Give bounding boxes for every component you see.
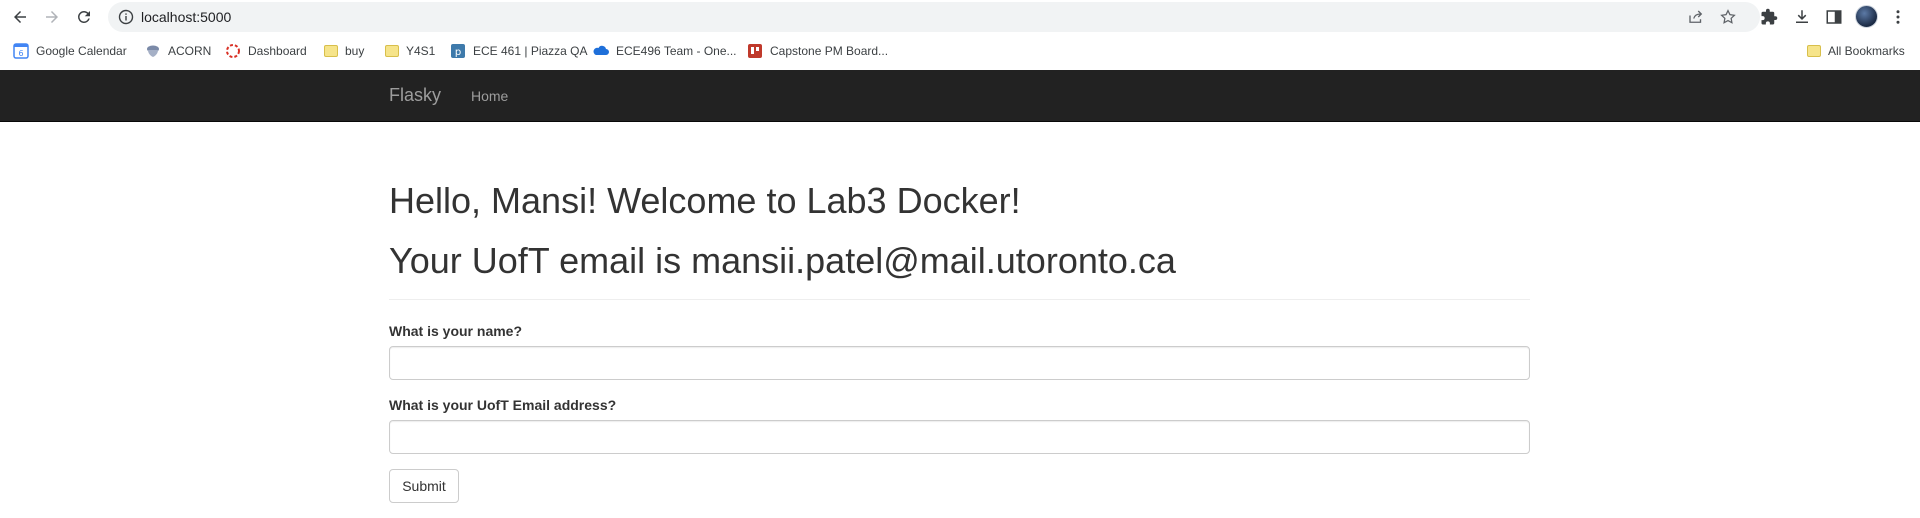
submit-button[interactable]: Submit <box>389 469 459 503</box>
address-bar[interactable]: localhost:5000 <box>108 2 1760 32</box>
name-input[interactable] <box>389 346 1530 380</box>
bookmark-label: Y4S1 <box>406 44 436 58</box>
reload-icon <box>77 10 90 23</box>
extensions-button[interactable] <box>1758 6 1780 28</box>
profile-avatar[interactable] <box>1855 5 1878 28</box>
bookmark-acorn[interactable]: ACORN <box>145 42 211 60</box>
bookmark-dashboard[interactable]: Dashboard <box>225 42 307 60</box>
kebab-menu-icon <box>1896 10 1900 24</box>
all-bookmarks-label: All Bookmarks <box>1828 44 1905 58</box>
downloads-button[interactable] <box>1791 6 1813 28</box>
all-bookmarks-button[interactable]: All Bookmarks <box>1807 42 1905 60</box>
browser-toolbar: localhost:5000 <box>0 0 1920 33</box>
share-icon[interactable] <box>1687 8 1705 26</box>
download-icon <box>1796 10 1808 23</box>
url-text[interactable]: localhost:5000 <box>141 9 231 25</box>
trello-icon <box>748 44 762 58</box>
site-info-icon[interactable] <box>118 9 134 25</box>
folder-icon <box>324 45 338 57</box>
bookmark-google-calendar[interactable]: 6 Google Calendar <box>13 42 127 60</box>
bookmark-label: Google Calendar <box>36 44 127 58</box>
navbar-brand[interactable]: Flasky <box>389 85 441 106</box>
onedrive-icon <box>593 45 609 55</box>
email-heading: Your UofT email is mansii.patel@mail.uto… <box>389 240 1176 281</box>
folder-icon <box>1807 45 1821 57</box>
side-panel-button[interactable] <box>1823 6 1845 28</box>
bookmark-buy[interactable]: buy <box>324 42 364 60</box>
back-button[interactable] <box>8 5 32 29</box>
bookmark-label: ACORN <box>168 44 212 58</box>
svg-text:6: 6 <box>18 49 23 58</box>
bookmarks-bar: 6 Google Calendar ACORN Dashboard buy Y4… <box>0 34 1920 94</box>
nav-link-home[interactable]: Home <box>471 88 508 104</box>
svg-text:p: p <box>455 47 461 58</box>
folder-icon <box>385 45 399 57</box>
email-input[interactable] <box>389 420 1530 454</box>
bookmark-label: Capstone PM Board... <box>770 44 889 58</box>
divider <box>389 299 1530 300</box>
name-label: What is your name? <box>389 323 523 339</box>
site-navbar: Flasky Home <box>0 70 1920 122</box>
bookmark-label: buy <box>345 44 365 58</box>
bookmark-label: Dashboard <box>248 44 307 58</box>
bookmark-capstone[interactable]: Capstone PM Board... <box>747 42 888 60</box>
browser-menu-button[interactable] <box>1887 6 1909 28</box>
back-arrow-icon <box>14 11 26 23</box>
bookmark-label: ECE 461 | Piazza QA <box>473 44 588 58</box>
bookmark-star-icon[interactable] <box>1719 8 1737 26</box>
reload-button[interactable] <box>72 5 96 29</box>
bookmark-y4s1[interactable]: Y4S1 <box>385 42 435 60</box>
side-panel-icon <box>1826 10 1842 24</box>
acorn-icon <box>147 45 159 57</box>
bookmark-onedrive[interactable]: ECE496 Team - One... <box>593 42 737 60</box>
bookmark-piazza[interactable]: p ECE 461 | Piazza QA <box>450 42 588 60</box>
greeting-heading: Hello, Mansi! Welcome to Lab3 Docker! <box>389 180 1021 221</box>
forward-button[interactable] <box>40 5 64 29</box>
forward-arrow-icon <box>46 11 58 23</box>
bookmark-label: ECE496 Team - One... <box>616 44 737 58</box>
email-label: What is your UofT Email address? <box>389 397 617 413</box>
piazza-icon: p <box>451 44 465 58</box>
google-calendar-icon: 6 <box>13 43 29 59</box>
puzzle-icon <box>1761 8 1778 25</box>
dashboard-icon <box>226 44 240 58</box>
